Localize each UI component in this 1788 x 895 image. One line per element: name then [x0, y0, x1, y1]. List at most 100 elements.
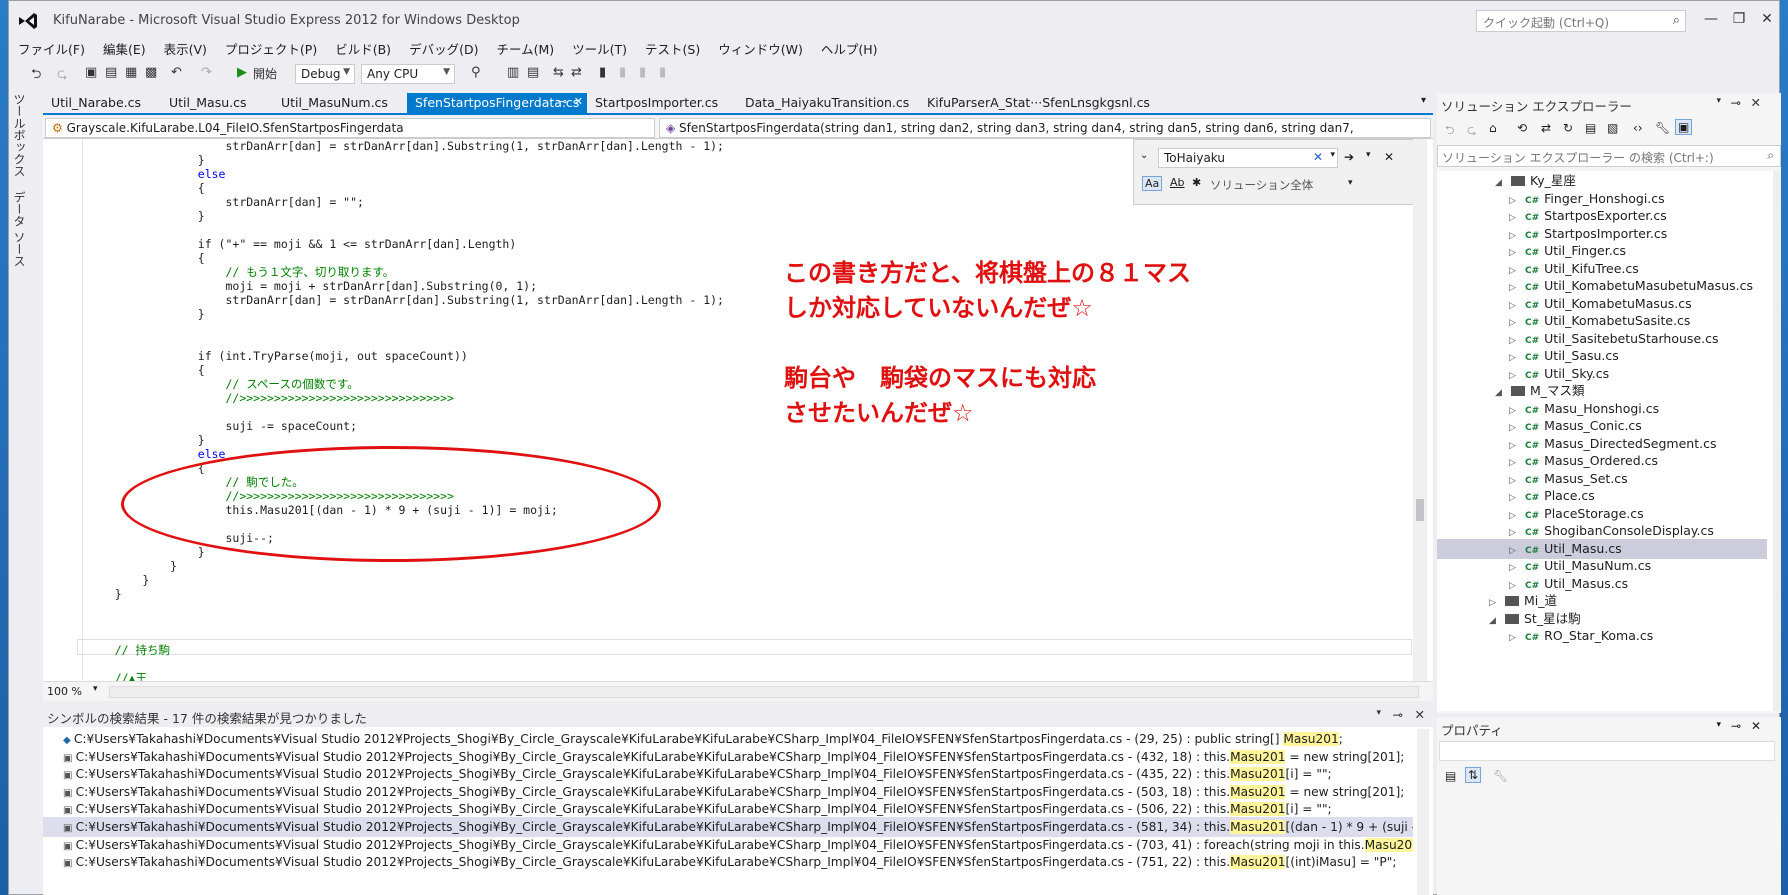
toolbar-icon[interactable]: ▤	[527, 65, 539, 80]
pin-icon[interactable]: ⊸	[1731, 95, 1741, 110]
toolbar-icon[interactable]: ⇆	[553, 65, 564, 80]
menu-window[interactable]: ウィンドウ(W)	[709, 37, 812, 60]
chevron-down-icon[interactable]: ▾	[1330, 150, 1335, 160]
find-scope[interactable]: ソリューション全体	[1210, 177, 1313, 193]
open-file-icon[interactable]: ▤	[105, 65, 117, 80]
alphabetical-icon[interactable]: ⇅	[1465, 767, 1482, 783]
undo-icon[interactable]: ↶	[171, 65, 182, 80]
menu-build[interactable]: ビルド(B)	[326, 37, 400, 60]
chevron-down-icon[interactable]: ▾	[1716, 96, 1721, 106]
save-icon[interactable]: ▦	[125, 65, 137, 80]
preview-icon[interactable]: ▣	[1675, 119, 1693, 135]
start-icon[interactable]: ▶	[237, 65, 247, 80]
match-case-icon[interactable]: Aa	[1142, 176, 1163, 191]
tab-util-masunum[interactable]: Util_MasuNum.cs	[273, 93, 396, 113]
results-scrollbar[interactable]	[1417, 729, 1429, 895]
close-button[interactable]: ✕	[1755, 11, 1779, 27]
object-selector[interactable]	[1439, 741, 1775, 761]
save-all-icon[interactable]: ▩	[145, 65, 157, 80]
maximize-button[interactable]: ❐	[1727, 11, 1751, 27]
zoom-level[interactable]: 100 %	[47, 685, 82, 698]
new-project-icon[interactable]: ▣	[85, 65, 97, 80]
redo-icon[interactable]: ↷	[201, 65, 212, 80]
show-all-files-icon[interactable]: ▧	[1607, 121, 1618, 135]
scroll-thumb[interactable]	[1416, 499, 1424, 521]
chevron-down-icon[interactable]: ▾	[1366, 150, 1371, 160]
menu-view[interactable]: 表示(V)	[155, 37, 216, 60]
bookmark-icon[interactable]: ▮	[599, 65, 606, 80]
pin-icon[interactable]: ⊸	[558, 95, 567, 108]
expand-icon[interactable]: ⌄	[1140, 150, 1148, 161]
close-icon[interactable]: ✕	[1751, 719, 1761, 733]
pin-icon[interactable]: ⊸	[1731, 719, 1741, 733]
find-in-files-icon[interactable]: ⚲	[471, 65, 481, 80]
menu-file[interactable]: ファイル(F)	[9, 37, 94, 60]
minimize-button[interactable]: —	[1699, 11, 1723, 27]
quick-launch-input[interactable]: クイック起動 (Ctrl+Q) ⌕	[1476, 10, 1686, 32]
expand-icon[interactable]: ▷	[1509, 628, 1519, 648]
forward-icon[interactable]: ⮎	[1467, 121, 1477, 142]
toolbar-icon[interactable]: ⇄	[571, 65, 582, 80]
regex-icon[interactable]: ✱	[1192, 176, 1201, 189]
tab-overflow-icon[interactable]: ▾	[1413, 93, 1434, 113]
tab-sfen-startpos-fingerdata[interactable]: SfenStartposFingerdata.cs ⊸ ✕	[407, 93, 587, 113]
tab-startpos-importer[interactable]: StartposImporter.cs	[587, 93, 726, 113]
result-row[interactable]: ▣ C:¥Users¥Takahashi¥Documents¥Visual St…	[43, 852, 1413, 872]
solution-explorer-header: ソリューション エクスプローラー ▾ ⊸ ✕	[1437, 93, 1781, 115]
close-icon[interactable]: ✕	[574, 95, 583, 108]
close-icon[interactable]: ✕	[1415, 707, 1425, 722]
clear-icon[interactable]: ✕	[1313, 150, 1323, 164]
toolbar-icon[interactable]: ▥	[507, 65, 519, 80]
home-icon[interactable]: ⌂	[1489, 121, 1497, 135]
sync-icon[interactable]: ⇄	[1541, 121, 1551, 135]
horizontal-scrollbar[interactable]	[109, 686, 1419, 698]
bookmark-prev-icon[interactable]: ▮	[619, 65, 626, 80]
solution-search-input[interactable]: ソリューション エクスプローラー の検索 (Ctrl+:) ⌕	[1437, 145, 1781, 167]
pin-icon[interactable]: ⊸	[1393, 707, 1403, 722]
code-line: //>>>>>>>>>>>>>>>>>>>>>>>>>>>>>>>	[87, 391, 454, 405]
close-icon[interactable]: ✕	[1384, 150, 1394, 164]
type-dropdown[interactable]: ⚙ Grayscale.KifuLarabe.L04_FileIO.SfenSt…	[45, 118, 655, 138]
forward-icon[interactable]: ⮎	[57, 65, 67, 87]
menu-edit[interactable]: 編集(E)	[94, 37, 155, 60]
chevron-down-icon[interactable]: ▾	[1716, 720, 1721, 730]
menu-debug[interactable]: デバッグ(D)	[400, 37, 487, 60]
view-code-icon[interactable]: ‹›	[1633, 121, 1643, 135]
platform-select[interactable]: Any CPU ▼	[361, 64, 455, 84]
data-sources-tab[interactable]: データ ソース	[11, 191, 28, 267]
menu-project[interactable]: プロジェクト(P)	[216, 37, 326, 60]
configuration-select[interactable]: Debug ▼	[295, 64, 355, 84]
start-button[interactable]: 開始	[253, 65, 277, 82]
chevron-down-icon[interactable]: ▾	[93, 684, 98, 694]
tab-util-narabe[interactable]: Util_Narabe.cs	[43, 93, 149, 113]
pending-changes-icon[interactable]: ⟲	[1517, 121, 1527, 135]
properties-icon[interactable]: 🔧︎	[1655, 121, 1670, 135]
bookmark-next-icon[interactable]: ▮	[639, 65, 646, 80]
tree-scrollbar[interactable]	[1773, 171, 1781, 711]
tab-data-haiyaku-transition[interactable]: Data_HaiyakuTransition.cs	[737, 93, 917, 113]
member-dropdown[interactable]: ◈ SfenStartposFingerdata(string dan1, st…	[659, 118, 1431, 138]
find-input[interactable]: ToHaiyaku ✕ ▾	[1158, 148, 1338, 168]
tree-item[interactable]: ▷ C# RO_Star_Koma.cs	[1437, 626, 1767, 646]
close-icon[interactable]: ✕	[1751, 95, 1761, 110]
toolbox-tab[interactable]: ツールボックス	[11, 93, 28, 177]
chevron-down-icon[interactable]: ▾	[1376, 708, 1381, 718]
editor-vertical-scrollbar[interactable]	[1413, 139, 1427, 681]
bookmark-clear-icon[interactable]: ▮	[659, 65, 666, 80]
find-next-icon[interactable]: ➔	[1344, 150, 1354, 164]
refresh-icon[interactable]: ↻	[1563, 121, 1573, 135]
menu-test[interactable]: テスト(S)	[636, 37, 709, 60]
property-pages-icon[interactable]: 🔧︎	[1493, 769, 1508, 783]
chevron-down-icon[interactable]: ▾	[1348, 178, 1353, 188]
collapse-all-icon[interactable]: ▤	[1585, 121, 1596, 135]
tab-util-masu[interactable]: Util_Masu.cs	[161, 93, 254, 113]
menu-tools[interactable]: ツール(T)	[563, 37, 636, 60]
whole-word-icon[interactable]: Ab	[1170, 176, 1185, 189]
menu-team[interactable]: チーム(M)	[487, 37, 563, 60]
tab-kifu-parser[interactable]: KifuParserA_Stat···SfenLnsgkgsnl.cs	[919, 93, 1158, 113]
back-icon[interactable]: ⮌	[31, 65, 41, 87]
code-editor[interactable]: strDanArr[dan] = strDanArr[dan].Substrin…	[43, 139, 1433, 685]
back-icon[interactable]: ⮌	[1445, 121, 1455, 142]
categorized-icon[interactable]: ▤	[1445, 769, 1456, 783]
menu-help[interactable]: ヘルプ(H)	[812, 37, 887, 60]
